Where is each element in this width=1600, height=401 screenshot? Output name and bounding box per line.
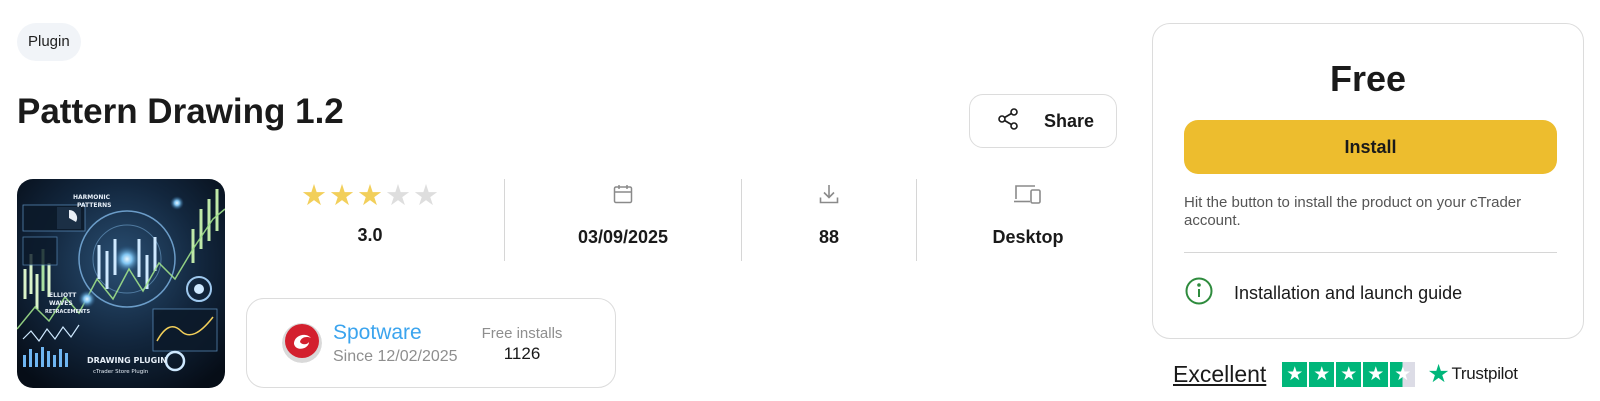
rating-value: 3.0 [357,225,383,245]
free-installs-label: Free installs [481,325,563,342]
publisher-card: Spotware Since 12/02/2025 Free installs … [246,298,616,388]
calendar-icon [611,182,635,211]
date-stat: 03/09/2025 [505,179,741,261]
page-title: Pattern Drawing 1.2 [17,92,344,131]
installation-guide-label: Installation and launch guide [1234,283,1463,303]
installation-guide-link[interactable]: Installation and launch guide [1184,276,1462,311]
trustpilot-stars: ★ ★ ★ ★ ★ [1282,361,1416,387]
product-type-badge: Plugin [17,23,81,61]
thumb-text-patterns: PATTERNS [77,202,111,209]
info-icon [1184,276,1214,311]
star-filled-icon: ★ [357,180,383,212]
trustpilot-star-icon: ★ [1363,361,1389,387]
thumb-text-harmonic: HARMONIC [73,194,111,201]
free-installs-count: 1126 [503,344,541,363]
rating-stat: ★ ★ ★ ★ ★ 3.0 [246,179,494,261]
trustpilot-rating-word[interactable]: Excellent [1173,361,1266,388]
star-filled-icon: ★ [329,180,355,212]
devices-icon [1013,182,1043,211]
card-divider [1184,252,1557,253]
thumb-text-drawing-plugin: DRAWING PLUGIN [87,356,167,365]
trustpilot-star-icon: ★ [1309,361,1335,387]
trustpilot-logo[interactable]: ★ Trustpilot [1427,359,1518,389]
download-icon [817,182,841,211]
downloads-stat: 88 [742,179,916,261]
share-label: Share [1044,110,1095,131]
trustpilot-widget: Excellent ★ ★ ★ ★ ★ ★ Trustpilot [1173,359,1518,389]
downloads-count: 88 [818,227,840,247]
thumb-text-elliott: ELLIOTT [49,292,77,299]
thumb-text-retracements: RETRACEMENTS [45,309,90,315]
star-empty-icon: ★ [413,180,439,212]
price-label: Free [1329,58,1407,99]
star-filled-icon: ★ [301,180,327,212]
trustpilot-star-icon: ★ [1282,361,1308,387]
thumb-text-waves: WAVES [49,300,73,307]
trustpilot-brand-name: Trustpilot [1451,364,1518,383]
purchase-card: Free Install Hit the button to install t… [1152,23,1584,339]
publisher-name-link[interactable]: Spotware [333,321,422,345]
platform-stat: Desktop [917,179,1139,261]
install-hint: Hit the button to install the product on… [1184,194,1522,229]
trustpilot-star-icon: ★ [1336,361,1362,387]
release-date: 03/09/2025 [577,227,669,247]
trustpilot-half-star-icon: ★ [1390,361,1416,387]
trustpilot-logo-star-icon: ★ [1427,360,1450,388]
publisher-logo-icon [282,323,322,363]
share-icon [996,107,1020,136]
rating-stars: ★ ★ ★ ★ ★ [246,179,494,213]
platform-value: Desktop [992,227,1064,247]
product-thumbnail: HARMONIC PATTERNS ELLIOTT WAVES RETRACEM… [17,179,225,388]
publisher-since: Since 12/02/2025 [333,348,458,365]
share-button[interactable]: Share [969,94,1117,148]
thumb-text-store: cTrader Store Plugin [93,369,149,375]
install-button[interactable]: Install [1184,120,1557,174]
star-empty-icon: ★ [385,180,411,212]
